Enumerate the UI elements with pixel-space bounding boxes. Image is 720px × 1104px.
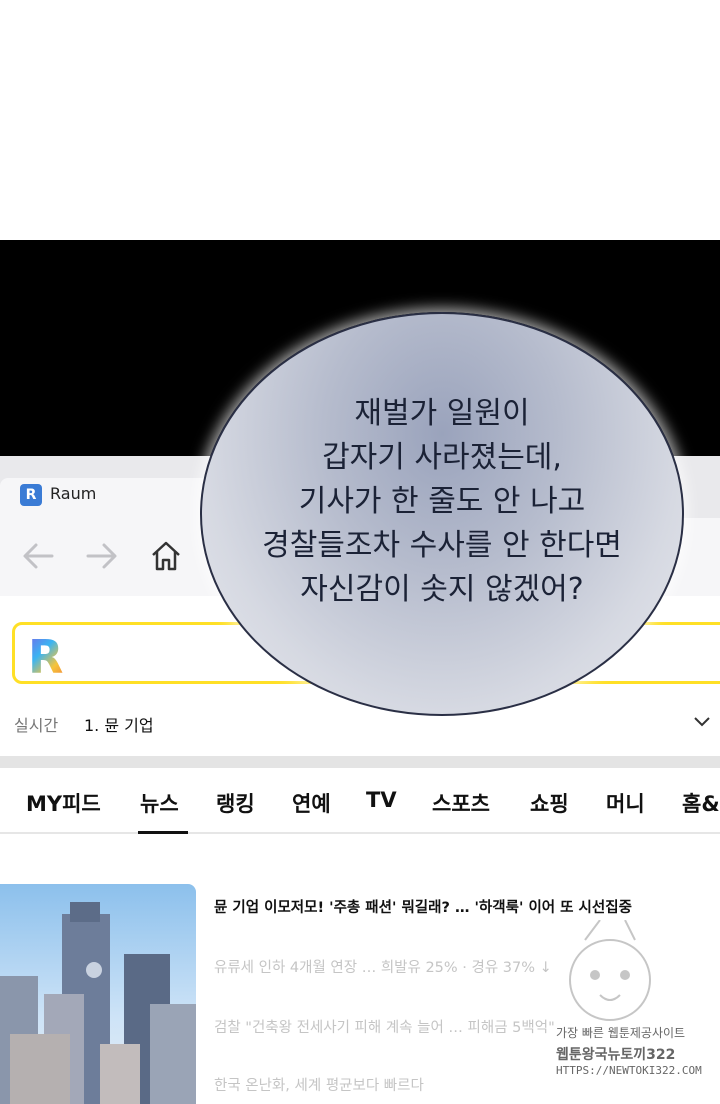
blank-panel-top [0,0,720,240]
news-item[interactable]: 유류세 인하 4개월 연장 … 희발유 25% · 경유 37% ↓ [214,956,552,977]
realtime-label: 실시간 [14,716,59,735]
realtime-trend-item[interactable]: 1. 뮨 기업 [84,712,154,736]
tab-title: Raum [50,484,97,503]
active-tab-indicator [138,831,188,834]
speech-line: 기사가 한 줄도 안 나고 [298,484,586,519]
chevron-down-icon[interactable] [692,714,712,730]
city-skyline-image [0,902,196,1104]
speech-line: 경찰들조차 수사를 안 한다면 [262,528,622,563]
home-icon[interactable] [146,536,186,576]
speech-line: 재벌가 일원이 [354,396,530,431]
speech-line: 갑자기 사라졌는데, [322,440,562,475]
news-headline[interactable]: 뮨 기업 이모저모! '주총 패션' 뭐길래? … '하객룩' 이어 또 시선집… [214,896,632,917]
tab-favicon-icon: R [20,484,42,506]
speech-line: 자신감이 솟지 않겠어? [300,572,584,607]
nav-item-tv[interactable]: TV [366,788,397,812]
speech-bubble-text: 재벌가 일원이 갑자기 사라졌는데, 기사가 한 줄도 안 나고 경찰들조차 수… [200,392,684,612]
raum-logo: R [28,630,64,684]
nav-item-shopping[interactable]: 쇼핑 [530,788,569,818]
watermark-text: 웹툰왕국뉴토끼322 [556,1047,676,1063]
nav-item-myfeed[interactable]: MY피드 [26,788,101,818]
back-arrow-icon[interactable] [18,536,58,576]
nav-item-money[interactable]: 머니 [606,788,645,818]
nav-item-news[interactable]: 뉴스 [140,788,179,818]
news-item[interactable]: 검찰 "건축왕 전세사기 피해 계속 늘어 … 피해금 5백억" [214,1016,555,1037]
watermark-text: 가장 빠른 웹툰제공사이트 [556,1026,686,1040]
forward-arrow-icon[interactable] [82,536,122,576]
watermark-text: HTTPS://NEWTOKI322.COM [556,1064,702,1077]
news-item[interactable]: 한국 온난화, 세계 평균보다 빠르다 [214,1074,424,1095]
nav-item-ranking[interactable]: 랭킹 [216,788,255,818]
news-thumbnail[interactable] [0,884,196,1104]
nav-item-home[interactable]: 홈& [682,788,720,818]
nav-item-entertainment[interactable]: 연예 [292,788,331,818]
nav-item-sports[interactable]: 스포츠 [432,788,490,818]
section-divider [0,756,720,768]
